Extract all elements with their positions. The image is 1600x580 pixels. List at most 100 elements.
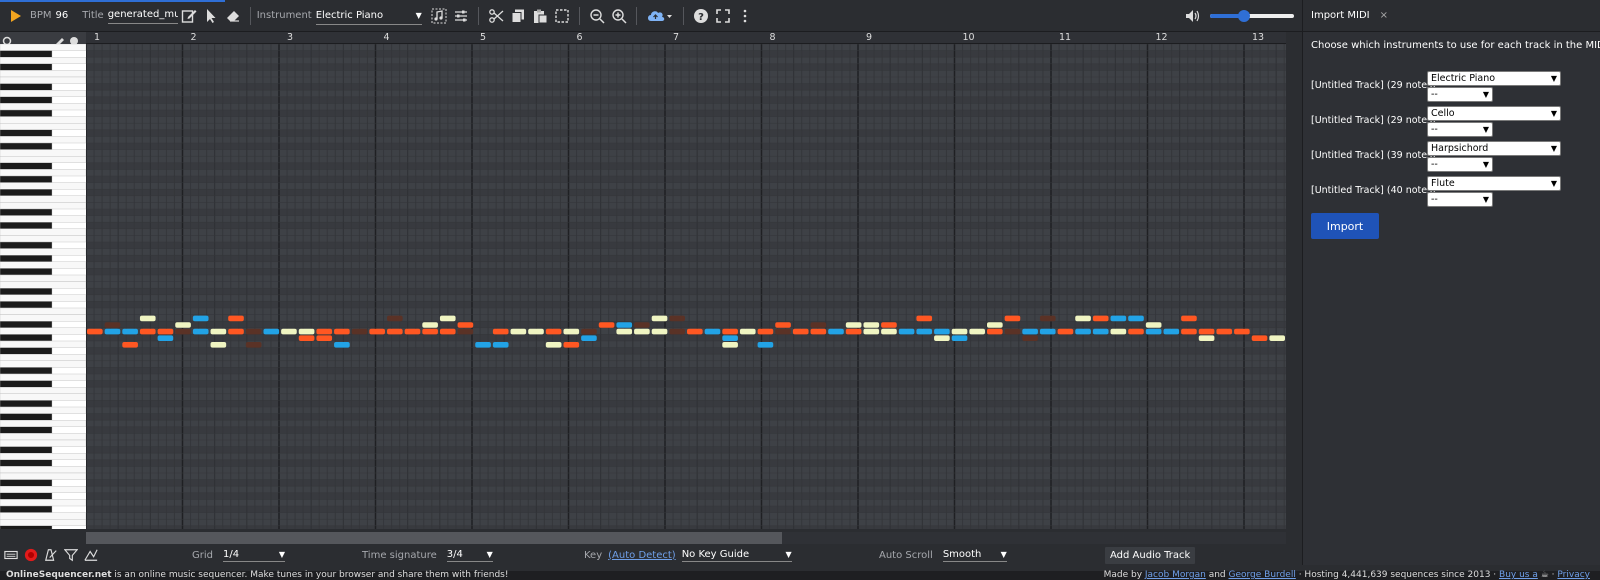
measure-number[interactable]: 7 — [673, 32, 679, 43]
measure-number[interactable]: 9 — [866, 32, 872, 43]
grid-row[interactable] — [86, 393, 1286, 401]
black-key[interactable] — [0, 413, 53, 421]
grid-row[interactable] — [86, 374, 1286, 381]
note-block[interactable] — [634, 328, 650, 335]
note-block[interactable] — [87, 328, 103, 335]
record-icon[interactable] — [24, 548, 38, 562]
white-key[interactable] — [0, 327, 87, 335]
select-tool-button[interactable] — [200, 5, 222, 27]
note-block[interactable] — [598, 322, 615, 328]
white-key[interactable] — [0, 466, 87, 474]
white-key[interactable] — [0, 202, 87, 210]
bpm-input[interactable]: 96 — [56, 10, 69, 21]
note-block[interactable] — [704, 328, 721, 335]
black-key[interactable] — [0, 208, 53, 216]
paste-button[interactable] — [529, 5, 551, 27]
author-link[interactable]: George Burdell — [1229, 570, 1296, 580]
note-block[interactable] — [122, 342, 138, 348]
black-key[interactable] — [0, 492, 53, 500]
grid-row[interactable] — [86, 169, 1286, 176]
note-block[interactable] — [387, 315, 403, 322]
white-key[interactable] — [0, 90, 87, 98]
grid-row[interactable] — [86, 321, 1286, 328]
note-block[interactable] — [845, 322, 862, 328]
grid-row[interactable] — [86, 195, 1286, 203]
note-block[interactable] — [722, 335, 738, 341]
grid-row[interactable] — [86, 242, 1286, 249]
grid-row[interactable] — [86, 255, 1286, 262]
author-link[interactable]: Jacob Morgan — [1145, 570, 1206, 580]
note-block[interactable] — [739, 328, 756, 335]
filter-icon[interactable] — [64, 548, 78, 562]
key-select[interactable]: No Key Guide ▼ — [681, 549, 792, 562]
note-block[interactable] — [1181, 328, 1197, 335]
note-block[interactable] — [1269, 335, 1285, 341]
note-block[interactable] — [1216, 328, 1233, 335]
help-button[interactable]: ? — [690, 5, 712, 27]
note-block[interactable] — [951, 335, 968, 341]
black-key[interactable] — [0, 162, 53, 170]
white-key[interactable] — [0, 103, 87, 111]
note-block[interactable] — [669, 315, 685, 322]
black-key[interactable] — [0, 321, 53, 329]
white-key[interactable] — [0, 406, 87, 414]
white-key[interactable] — [0, 499, 87, 507]
note-block[interactable] — [528, 328, 544, 335]
black-key[interactable] — [0, 63, 53, 71]
grid-row[interactable] — [86, 63, 1286, 71]
white-key[interactable] — [0, 373, 87, 381]
white-key[interactable] — [0, 354, 87, 362]
measure-number[interactable]: 6 — [577, 32, 583, 43]
white-key[interactable] — [0, 294, 87, 302]
grid-row[interactable] — [86, 110, 1286, 117]
note-block[interactable] — [1022, 335, 1038, 341]
grid-row[interactable] — [86, 182, 1286, 190]
white-key[interactable] — [0, 393, 87, 401]
note-block[interactable] — [881, 322, 897, 328]
grid-row[interactable] — [86, 261, 1286, 269]
white-key[interactable] — [0, 439, 87, 447]
black-key[interactable] — [0, 142, 53, 150]
note-block[interactable] — [192, 315, 209, 322]
track-option-select[interactable]: -- ▼ — [1427, 157, 1493, 172]
grid-row[interactable] — [86, 116, 1286, 124]
white-key[interactable] — [0, 235, 87, 243]
add-audio-track-button[interactable]: Add Audio Track — [1105, 546, 1196, 564]
note-grid[interactable] — [86, 44, 1286, 529]
grid-row[interactable] — [86, 149, 1286, 157]
grid-row[interactable] — [86, 136, 1286, 143]
measure-number[interactable]: 1 — [94, 32, 100, 43]
note-block[interactable] — [792, 328, 809, 335]
note-block[interactable] — [1004, 328, 1021, 335]
note-block[interactable] — [228, 315, 244, 322]
note-block[interactable] — [810, 322, 827, 328]
note-block[interactable] — [563, 342, 580, 348]
track-option-select[interactable]: -- ▼ — [1427, 122, 1493, 137]
black-key[interactable] — [0, 525, 53, 533]
note-block[interactable] — [1145, 322, 1162, 328]
white-key[interactable] — [0, 307, 87, 315]
white-key[interactable] — [0, 56, 87, 64]
note-block[interactable] — [634, 322, 650, 328]
grid-row[interactable] — [86, 308, 1286, 315]
grid-row[interactable] — [86, 499, 1286, 506]
note-block[interactable] — [334, 342, 350, 348]
note-block[interactable] — [492, 328, 509, 335]
white-key[interactable] — [0, 149, 87, 157]
grid-row[interactable] — [86, 512, 1286, 520]
note-block[interactable] — [157, 335, 174, 341]
grid-row[interactable] — [86, 387, 1286, 394]
note-block[interactable] — [1039, 315, 1056, 322]
time-signature-select[interactable]: 3/4 ▼ — [446, 549, 493, 562]
grid-row[interactable] — [86, 492, 1286, 500]
black-key[interactable] — [0, 109, 53, 117]
volume-thumb[interactable] — [1238, 9, 1250, 22]
note-block[interactable] — [669, 328, 685, 335]
more-menu-button[interactable] — [734, 5, 756, 27]
black-key[interactable] — [0, 268, 53, 276]
note-block[interactable] — [139, 315, 156, 322]
grid-row[interactable] — [86, 156, 1286, 163]
eraser-tool-button[interactable] — [222, 5, 244, 27]
note-block[interactable] — [1181, 315, 1197, 322]
note-block[interactable] — [510, 328, 527, 335]
